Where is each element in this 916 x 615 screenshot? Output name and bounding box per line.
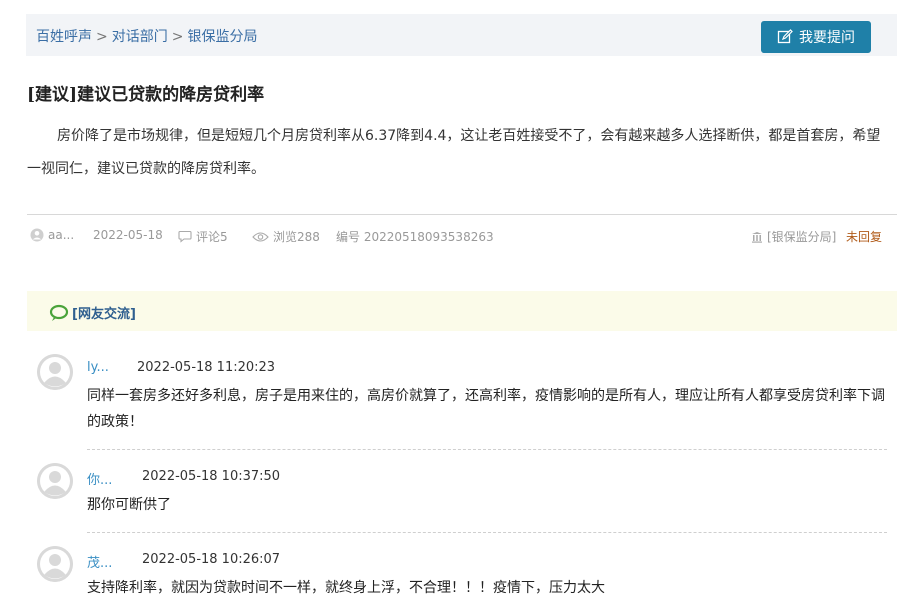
user-icon xyxy=(30,228,44,242)
default-avatar-icon xyxy=(37,354,73,390)
breadcrumb-item-current[interactable]: 银保监分局 xyxy=(187,29,257,45)
breadcrumb-separator: > xyxy=(171,29,184,45)
comment-time: 2022-05-18 11:20:23 xyxy=(137,360,276,375)
page: 百姓呼声 > 对话部门 > 银保监分局 我要提问 [建议]建议已贷款的降房贷利率 房价降… xyxy=(0,0,916,615)
post-comments[interactable]: 评论5 xyxy=(178,228,228,245)
divider xyxy=(27,214,897,215)
comment-divider xyxy=(87,532,887,533)
building-icon xyxy=(752,231,762,243)
post-title: [建议]建议已贷款的降房贷利率 xyxy=(27,85,265,105)
post-meta: aa... 2022-05-18 评论5 浏览288 编号 2022051809… xyxy=(30,228,890,246)
post-author-name: aa... xyxy=(48,228,75,242)
comment-icon xyxy=(178,230,192,243)
comment-user[interactable]: 你... xyxy=(87,469,112,488)
eye-icon xyxy=(252,231,269,242)
discussion-header: [网友交流] xyxy=(27,291,897,331)
status-badge: 未回复 xyxy=(846,230,883,244)
post-number: 编号 20220518093538263 xyxy=(336,230,494,244)
breadcrumb-item-departments[interactable]: 对话部门 xyxy=(112,29,168,45)
post-views: 浏览288 xyxy=(252,228,320,245)
comment-text: 支持降利率，就因为贷款时间不一样，就终身上浮，不合理！！！疫情下，压力太大 xyxy=(87,580,605,596)
breadcrumb-bar: 百姓呼声 > 对话部门 > 银保监分局 我要提问 xyxy=(26,14,897,56)
default-avatar-icon xyxy=(37,463,73,499)
breadcrumb-item-home[interactable]: 百姓呼声 xyxy=(36,29,92,45)
comment-time: 2022-05-18 10:37:50 xyxy=(142,469,281,484)
default-avatar-icon xyxy=(37,546,73,582)
edit-icon xyxy=(777,29,793,44)
post-date: 2022-05-18 xyxy=(93,228,163,242)
comment-text: 同样一套房多还好多利息，房子是用来住的，高房价就算了，还高利率，疫情影响的是所有… xyxy=(87,388,885,430)
comment-text: 那你可断供了 xyxy=(87,497,171,513)
ask-question-label: 我要提问 xyxy=(799,30,855,46)
post-views-count: 浏览288 xyxy=(273,230,320,244)
avatar xyxy=(37,546,73,582)
discussion-label: [网友交流] xyxy=(49,303,136,322)
chat-bubble-icon xyxy=(49,304,69,321)
post-content: 房价降了是市场规律，但是短短几个月房贷利率从6.37降到4.4，这让老百姓接受不… xyxy=(27,128,881,177)
discussion-label-text: [网友交流] xyxy=(72,307,136,322)
breadcrumb-separator: > xyxy=(96,29,108,45)
comment-user[interactable]: 茂... xyxy=(87,552,112,571)
post-comments-count: 评论5 xyxy=(196,230,228,244)
post-author: aa... xyxy=(30,228,74,242)
comment-user[interactable]: ly... xyxy=(87,360,109,375)
post-department-label: [银保监分局] xyxy=(767,230,837,244)
post-department[interactable]: [银保监分局] xyxy=(751,228,836,245)
ask-question-button[interactable]: 我要提问 xyxy=(761,21,871,53)
avatar xyxy=(37,463,73,499)
comment-divider xyxy=(87,449,887,450)
breadcrumb: 百姓呼声 > 对话部门 > 银保监分局 xyxy=(36,26,257,46)
comment-time: 2022-05-18 10:26:07 xyxy=(142,552,281,567)
avatar xyxy=(37,354,73,390)
